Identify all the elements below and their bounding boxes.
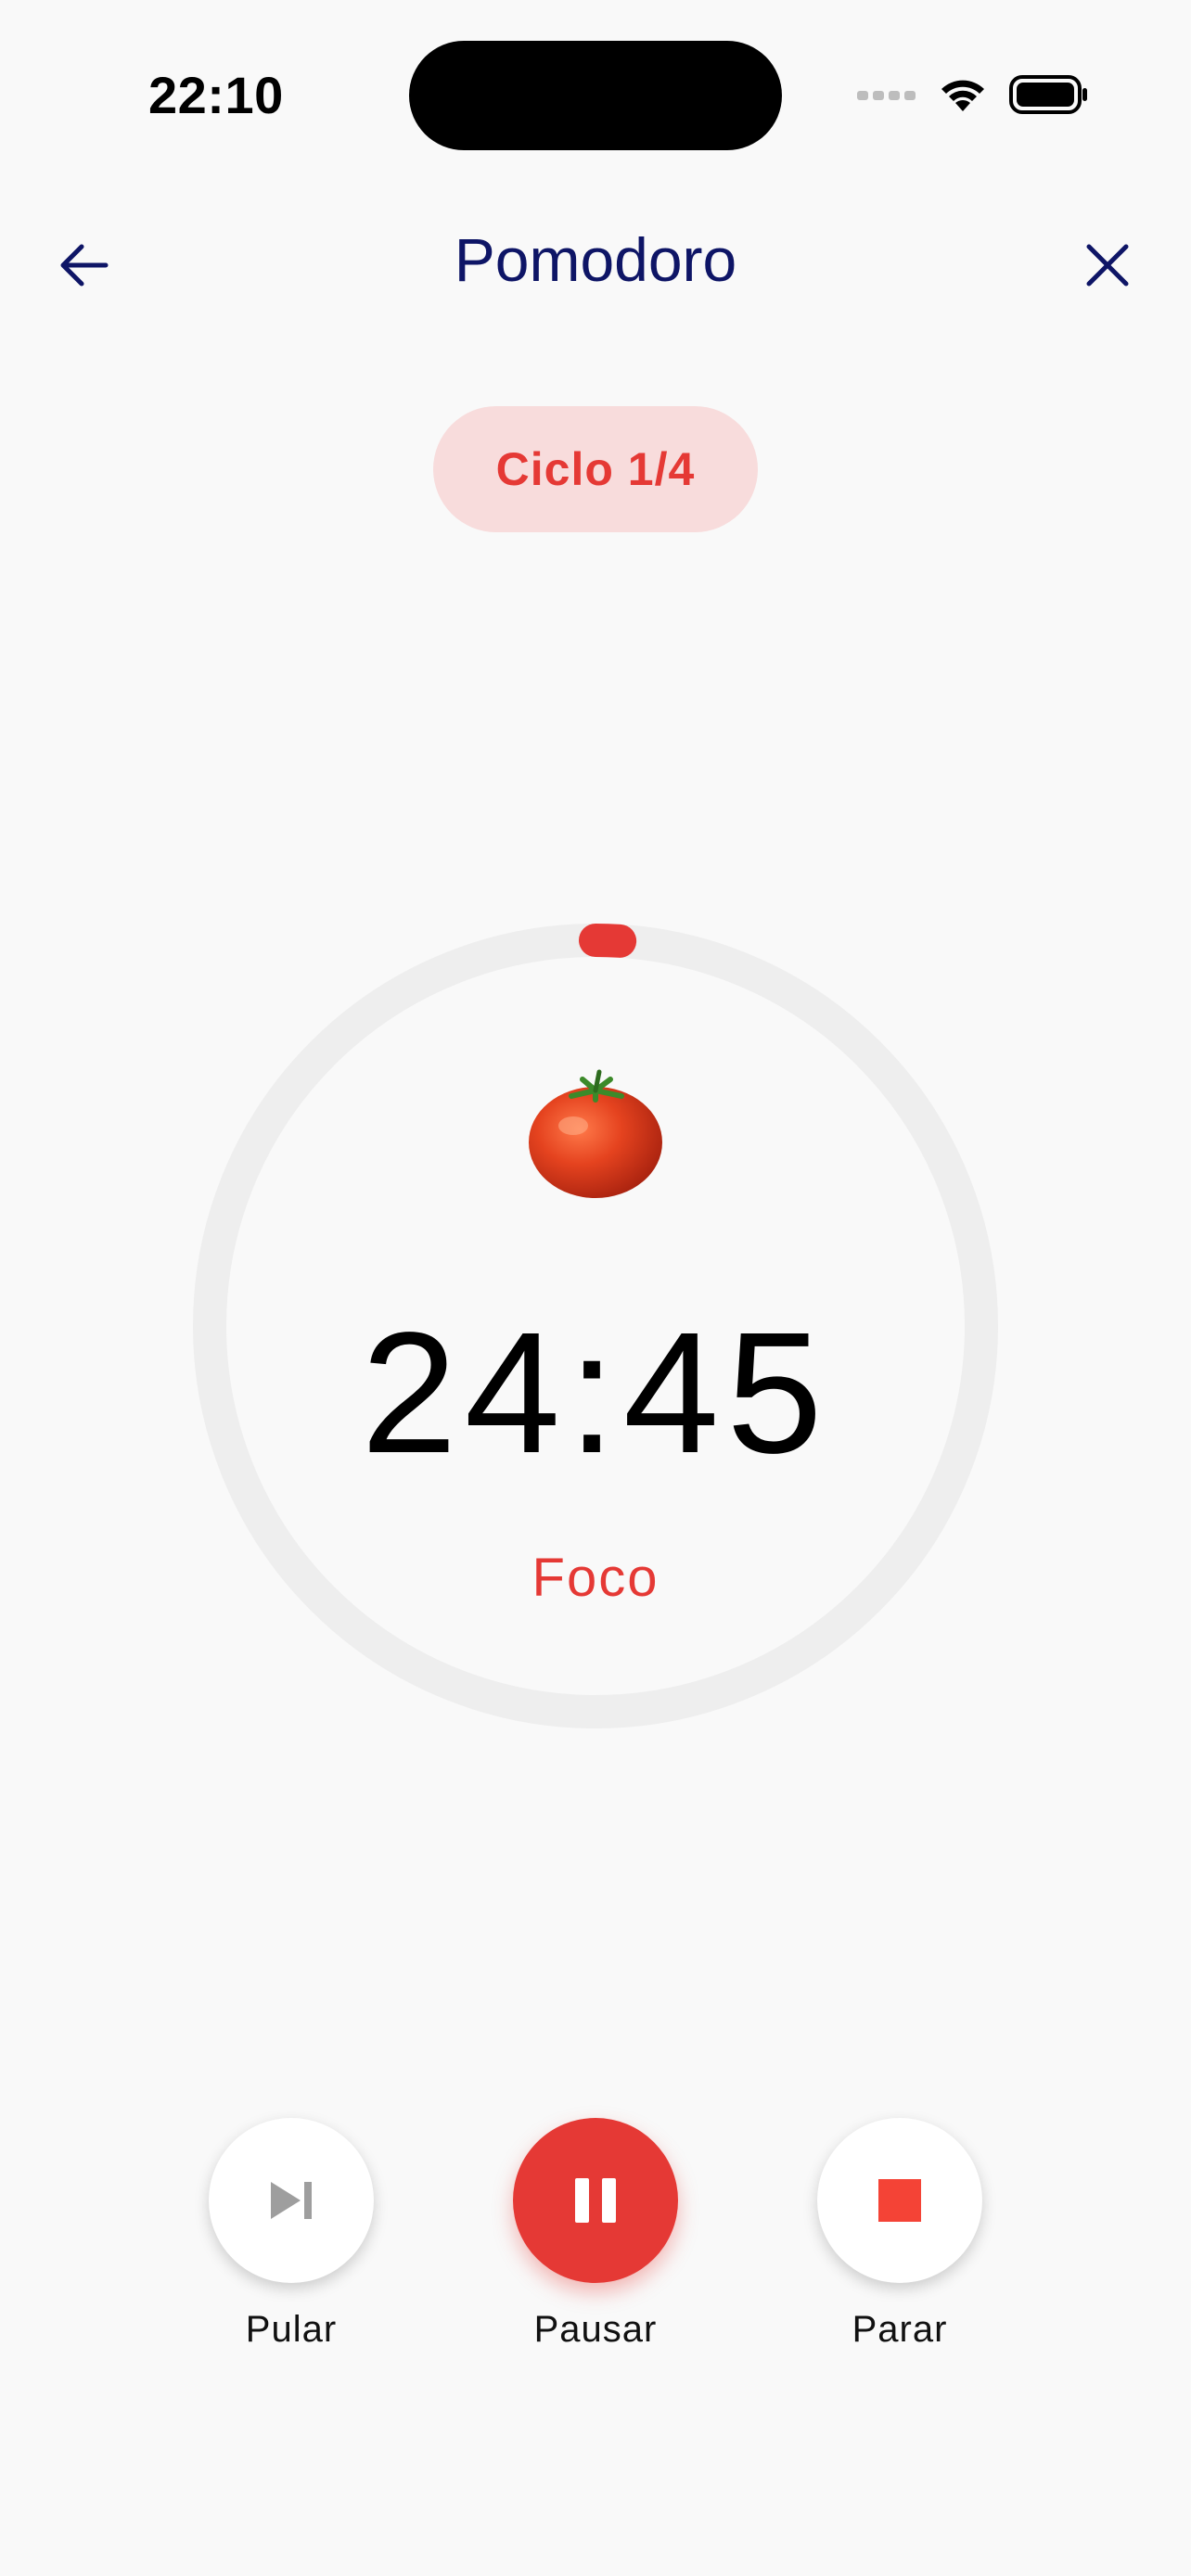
stop-icon bbox=[878, 2179, 921, 2222]
page-title: Pomodoro bbox=[454, 225, 737, 294]
stop-control: Parar bbox=[816, 2118, 983, 2351]
tomato-icon bbox=[529, 1069, 662, 1198]
close-button[interactable] bbox=[1074, 232, 1141, 299]
skip-next-icon bbox=[271, 2182, 312, 2219]
skip-button[interactable] bbox=[209, 2118, 374, 2283]
phase-label: Foco bbox=[531, 1548, 660, 1608]
close-icon bbox=[1086, 244, 1129, 287]
battery-icon bbox=[1009, 75, 1087, 114]
stop-label: Parar bbox=[852, 2309, 948, 2350]
pause-control: Pausar bbox=[512, 2118, 679, 2351]
dynamic-island bbox=[409, 41, 782, 150]
ring-progress bbox=[579, 923, 637, 958]
signal-icon bbox=[857, 91, 916, 100]
wifi-icon bbox=[941, 80, 984, 111]
status-indicators bbox=[857, 70, 1089, 119]
cycle-badge: Ciclo 1/4 bbox=[433, 406, 758, 532]
stop-button[interactable] bbox=[817, 2118, 982, 2283]
pause-label: Pausar bbox=[533, 2309, 658, 2350]
timer-countdown: 24:45 bbox=[361, 1297, 830, 1489]
skip-control: Pular bbox=[208, 2118, 375, 2351]
pause-icon bbox=[575, 2178, 616, 2223]
status-time: 22:10 bbox=[148, 66, 284, 124]
skip-label: Pular bbox=[245, 2309, 338, 2350]
pause-button[interactable] bbox=[513, 2118, 678, 2283]
